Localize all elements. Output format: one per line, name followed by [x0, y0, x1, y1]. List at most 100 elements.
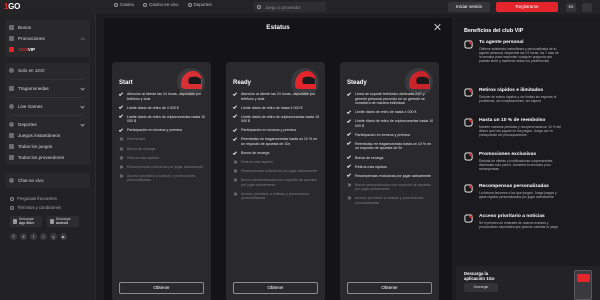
status-feature: Bonos de recarga: [232, 150, 321, 156]
check-icon: [232, 127, 237, 132]
sidebar-item-all-providers[interactable]: Todos los proveedores: [5, 152, 90, 163]
app-promo-download-button[interactable]: Descargar: [464, 283, 498, 292]
benefit-title: Retiros rápidos e ilimitados: [479, 88, 544, 93]
nav-live-casino[interactable]: Casino en vivo: [143, 2, 179, 7]
status-feature: Reembolso en tragamonedas hasta un 10 % …: [346, 141, 435, 151]
vip-title: Beneficios del club VIP: [464, 28, 524, 34]
faq-link[interactable]: Preguntas frecuentes: [0, 194, 95, 203]
sidebar-item-all-games[interactable]: Todos los juegos: [5, 141, 90, 152]
android-button[interactable]: Descargar Android: [47, 216, 79, 227]
faq-link-label: Preguntas frecuentes: [17, 196, 57, 201]
app-store-button[interactable]: Descargar App Store: [10, 216, 42, 227]
benefit-description: La fortuna favorece a los que juegan. Ju…: [479, 191, 557, 199]
status-feature-text: Atención al cliente las 24 horas, dispon…: [241, 92, 316, 101]
logo-text: GO: [8, 2, 21, 11]
status-feature-text: Reembolso: [127, 137, 146, 142]
status-feature-text: Retiros más rápidos: [355, 164, 387, 169]
sidebar-item-live-games[interactable]: Live Games: [5, 101, 90, 112]
agent-icon: [464, 40, 473, 49]
status-feature-text: Participación en torneos y premios: [241, 128, 297, 133]
register-button[interactable]: Registrarse: [496, 2, 558, 12]
question-icon: [10, 196, 14, 201]
x-icon[interactable]: X: [20, 233, 27, 240]
sidebar-item-label: Todos los juegos: [18, 144, 53, 149]
status-feature: Retiros más rápidos: [346, 164, 435, 170]
cross-icon: [233, 160, 237, 164]
chat-bubble-icon: [9, 178, 14, 183]
nav-sports[interactable]: Deportes: [187, 2, 212, 7]
sidebar-item-bonuses[interactable]: Bonos: [5, 22, 90, 33]
nav-casino[interactable]: Casino: [114, 2, 134, 7]
status-feature-text: Recompensas exclusivas por jugar activam…: [127, 164, 204, 169]
search-icon: [257, 4, 261, 9]
chat-icon[interactable]: [582, 2, 592, 12]
sidebar-item-slots[interactable]: Tragamonedas: [5, 83, 90, 94]
sidebar-item-instant-games[interactable]: Juegos instantáneos: [5, 130, 90, 141]
document-icon: [10, 205, 14, 210]
login-button[interactable]: Iniciar sesión: [448, 2, 490, 12]
nav-sports-label: Deportes: [193, 2, 212, 7]
bell-icon: [464, 214, 473, 223]
benefit-title: Hasta un 10 % de reembolso: [479, 118, 546, 123]
telegram-icon[interactable]: T: [10, 233, 17, 240]
sidebar-item-sports[interactable]: Deportes: [5, 119, 90, 130]
search-placeholder: Juego o proveedor: [265, 4, 301, 10]
ball-icon: [9, 122, 14, 127]
status-feature-text: Recompensas exclusivas por jugar activam…: [241, 169, 318, 174]
sidebar-item-label: Juegos instantáneos: [18, 133, 61, 138]
status-feature-text: Atención al cliente las 24 horas, dispon…: [127, 92, 202, 101]
status-feature: Bonos de recarga: [119, 147, 207, 152]
check-icon: [118, 114, 123, 119]
status-feature-text: Bonos de recarga: [127, 146, 156, 151]
sidebar-item-vip[interactable]: 1GOVIP: [5, 44, 90, 55]
provider-icon: [9, 155, 14, 160]
terms-link[interactable]: Términos y condiciones: [0, 203, 95, 212]
status-feature: Límite diario de retiro de criptomonedas…: [118, 114, 207, 124]
status-feature: Límite diario de retiro de criptomonedas…: [346, 118, 435, 128]
sidebar-group-chat: Chat en vivo: [5, 173, 90, 188]
obtain-button[interactable]: Obtener: [347, 282, 432, 294]
benefit-title: Tu agente personal: [479, 40, 524, 45]
status-feature-text: Límite diario de retiro de 4 000 €: [127, 105, 179, 110]
live-casino-icon: [143, 2, 148, 7]
social-links: T X f i y ▶: [0, 233, 95, 240]
check-icon: [346, 173, 351, 178]
video-icon[interactable]: ▶: [60, 233, 67, 240]
youtube-icon[interactable]: y: [50, 233, 57, 240]
sidebar-item-label: Promociones: [18, 36, 45, 41]
status-feature: Línea de soporte telefónico dedicada 24/…: [346, 91, 435, 106]
check-icon: [118, 91, 123, 96]
status-feature-text: Retiros más rápidos: [241, 160, 273, 165]
status-feature: Retiros más rápidos: [119, 156, 207, 161]
obtain-button[interactable]: Obtener: [233, 282, 318, 294]
status-feature: Bonos de recarga: [346, 155, 435, 161]
chevron-down-icon: [80, 104, 85, 109]
search-input[interactable]: Juego o proveedor: [254, 2, 326, 12]
instagram-icon[interactable]: i: [40, 233, 47, 240]
language-selector[interactable]: ES: [566, 2, 576, 12]
obtain-button[interactable]: Obtener: [119, 282, 204, 294]
sidebar-item-promotions[interactable]: Promociones 21: [5, 33, 90, 44]
nav-live-casino-label: Casino en vivo: [149, 2, 179, 7]
cross-icon: [347, 183, 351, 187]
status-feature-text: Reembolso en tragamonedas hasta un 10 % …: [355, 141, 432, 151]
app-download-buttons: Descargar App Store Descargar Android: [0, 216, 95, 227]
benefit-title: Recompensas personalizadas: [479, 184, 549, 189]
sports-icon: [187, 2, 192, 7]
close-icon[interactable]: [433, 23, 441, 31]
logo[interactable]: 1GO: [4, 2, 20, 11]
sidebar: Bonos Promociones 21 1GOVIP Solo en 1GO T…: [0, 14, 96, 300]
status-card-name: Steady: [347, 80, 367, 86]
live-chat-button[interactable]: Chat en vivo: [5, 175, 90, 186]
status-feature-text: Línea de soporte telefónico dedicada 24/…: [355, 92, 425, 105]
slot-icon: [9, 86, 14, 91]
android-label-bottom: Android: [56, 220, 69, 225]
terms-link-label: Términos y condiciones: [17, 205, 61, 210]
cross-icon: [119, 165, 123, 169]
check-icon: [232, 136, 237, 141]
percent-icon: [464, 118, 473, 127]
facebook-icon[interactable]: f: [30, 233, 37, 240]
chevron-down-icon: [80, 86, 85, 91]
benefit-description: Disfruta de ofertas y bonificaciones sor…: [479, 159, 554, 171]
sidebar-item-exclusive[interactable]: Solo en 1GO: [5, 65, 90, 76]
